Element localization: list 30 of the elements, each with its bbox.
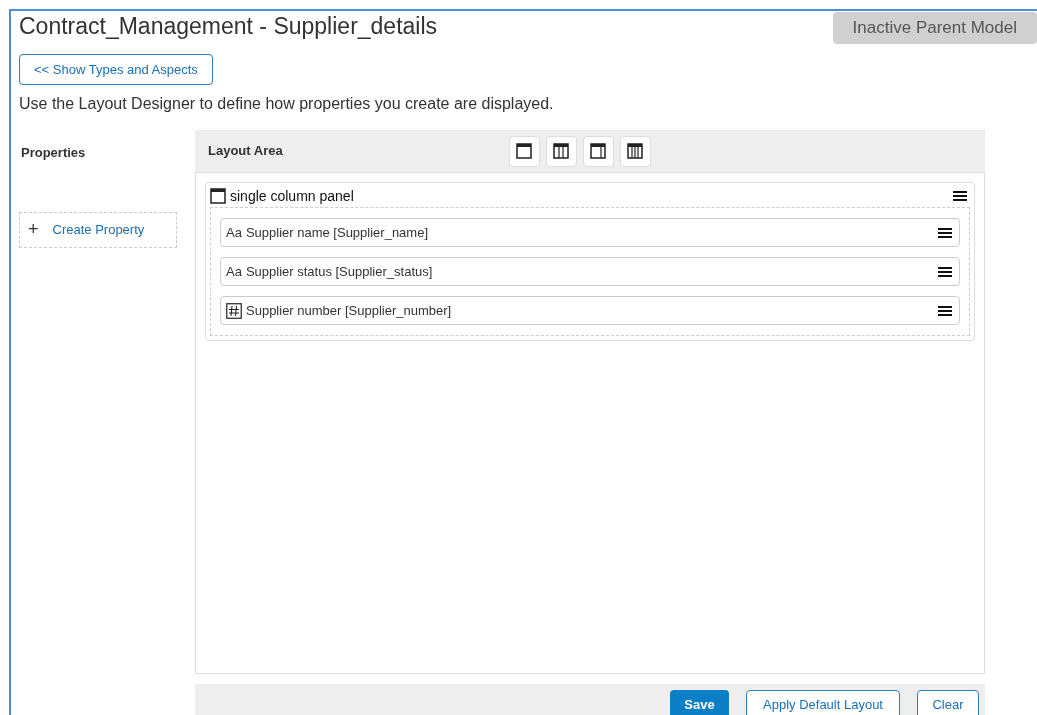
property-row[interactable]: Supplier number [Supplier_number] — [220, 296, 960, 325]
property-row[interactable]: Aa Supplier name [Supplier_name] — [220, 218, 960, 247]
type-prefix: Aa — [226, 262, 242, 281]
property-label: Supplier name [Supplier_name] — [245, 223, 428, 242]
hash-icon — [226, 302, 242, 319]
drag-handle-icon[interactable] — [937, 265, 953, 278]
property-label: Supplier number [Supplier_number] — [246, 301, 452, 320]
drag-handle-icon[interactable] — [952, 190, 968, 202]
drag-handle-icon[interactable] — [937, 304, 953, 317]
plus-icon: + — [28, 216, 39, 243]
drag-handle-icon[interactable] — [937, 226, 953, 239]
layout-area-heading: Layout Area — [208, 142, 283, 161]
type-prefix: Aa — [226, 223, 242, 242]
apply-default-layout-button[interactable]: Apply Default Layout — [746, 690, 900, 715]
panel-title: single column panel — [230, 186, 354, 206]
description-text: Use the Layout Designer to define how properties you create are displayed. — [19, 94, 555, 114]
three-column-icon[interactable] — [619, 135, 651, 167]
sidebar-column-icon[interactable] — [582, 135, 614, 167]
two-column-icon[interactable] — [545, 135, 577, 167]
status-badge: Inactive Parent Model — [832, 12, 1037, 44]
show-types-button[interactable]: << Show Types and Aspects — [19, 53, 213, 85]
save-button[interactable]: Save — [670, 690, 729, 715]
single-column-icon[interactable] — [508, 135, 540, 167]
create-property-button[interactable]: + Create Property — [19, 211, 177, 248]
properties-heading: Properties — [20, 144, 87, 162]
panel-icon — [210, 188, 226, 204]
page-title: Contract_Management - Supplier_details — [19, 12, 438, 40]
property-row[interactable]: Aa Supplier status [Supplier_status] — [220, 257, 960, 286]
clear-button[interactable]: Clear — [917, 690, 979, 715]
property-label: Supplier status [Supplier_status] — [245, 262, 433, 281]
